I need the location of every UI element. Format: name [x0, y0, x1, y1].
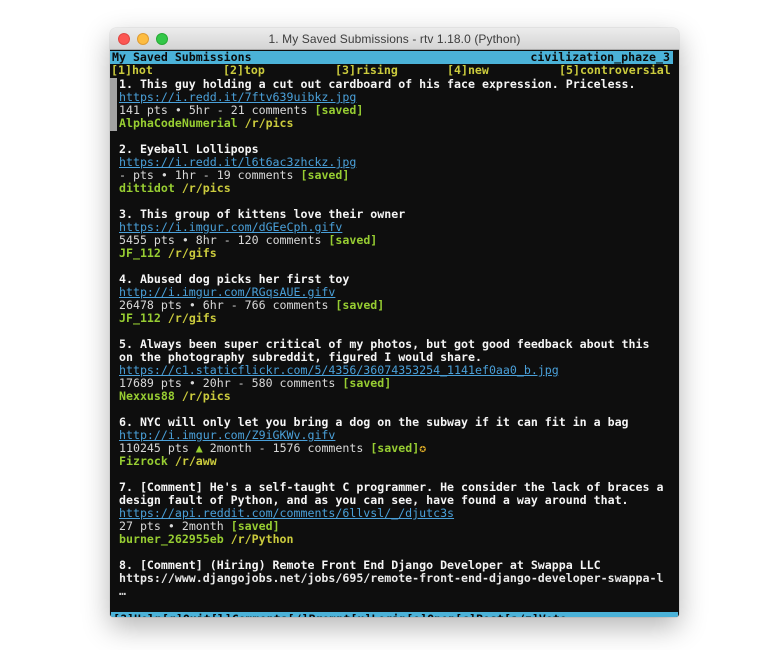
- author-link[interactable]: Nexxus88: [119, 389, 175, 403]
- saved-badge: [saved]: [335, 298, 384, 312]
- hint-help[interactable]: [?]Help: [113, 613, 162, 617]
- submission[interactable]: 3. This group of kittens love their owne…: [119, 208, 679, 260]
- submission-byline: Fizrock /r/aww: [119, 455, 679, 468]
- terminal-window: 1. My Saved Submissions - rtv 1.18.0 (Py…: [110, 28, 679, 617]
- subreddit-link[interactable]: /r/pics: [245, 116, 294, 130]
- submission[interactable]: 2. Eyeball Lollipopshttps://i.redd.it/l6…: [119, 143, 679, 195]
- submission-byline: JF_112 /r/gifs: [119, 312, 679, 325]
- submission[interactable]: 5. Always been super critical of my phot…: [119, 338, 679, 403]
- age-comments-label: 1hr - 19 comments: [175, 168, 294, 182]
- points-label: 17689 pts: [119, 376, 182, 390]
- author-link[interactable]: dittidot: [119, 181, 175, 195]
- author-link[interactable]: JF_112: [119, 246, 161, 260]
- subreddit-link[interactable]: /r/gifs: [168, 246, 217, 260]
- subreddit-link[interactable]: /r/gifs: [168, 311, 217, 325]
- traffic-lights: [118, 33, 168, 45]
- submission[interactable]: 8. [Comment] (Hiring) Remote Front End D…: [119, 559, 679, 598]
- fullscreen-icon[interactable]: [156, 33, 168, 45]
- bullet-separator: •: [168, 519, 175, 533]
- age-comments-label: 6hr - 766 comments: [203, 298, 329, 312]
- subreddit-link[interactable]: /r/Python: [231, 532, 294, 546]
- points-label: 5455 pts: [119, 233, 175, 247]
- minimize-icon[interactable]: [137, 33, 149, 45]
- submission[interactable]: 6. NYC will only let you bring a dog on …: [119, 416, 679, 468]
- hint-azvote[interactable]: [a/z]Vote: [504, 613, 567, 617]
- tab-sort-4[interactable]: [4]new: [447, 64, 559, 77]
- subreddit-link[interactable]: /r/pics: [182, 181, 231, 195]
- tab-sort-2[interactable]: [2]top: [223, 64, 335, 77]
- subreddit-link[interactable]: /r/pics: [182, 389, 231, 403]
- hint-lcomments[interactable]: [l]Comments: [211, 613, 288, 617]
- submission-list: 1. This guy holding a cut out cardboard …: [110, 77, 679, 611]
- close-icon[interactable]: [118, 33, 130, 45]
- author-link[interactable]: JF_112: [119, 311, 161, 325]
- points-label: 27 pts: [119, 519, 161, 533]
- submission-byline: dittidot /r/pics: [119, 182, 679, 195]
- terminal-screen: My Saved Submissions civilization_phaze_…: [110, 50, 679, 617]
- submission[interactable]: 4. Abused dog picks her first toyhttp://…: [119, 273, 679, 325]
- submission-byline: Nexxus88 /r/pics: [119, 390, 679, 403]
- author-link[interactable]: AlphaCodeNumerial: [119, 116, 238, 130]
- tab-sort-5[interactable]: [5]controversial: [559, 64, 671, 77]
- selection-cursor: [110, 78, 117, 131]
- subreddit-link[interactable]: /r/aww: [175, 454, 217, 468]
- bullet-separator: •: [182, 233, 189, 247]
- titlebar[interactable]: 1. My Saved Submissions - rtv 1.18.0 (Py…: [110, 28, 679, 50]
- age-comments-label: 5hr - 21 comments: [189, 103, 308, 117]
- sort-tabs: [1]hot[2]top[3]rising[4]new[5]controvers…: [110, 64, 679, 77]
- bullet-separator: •: [189, 376, 196, 390]
- submission-byline: burner_262955eb /r/Python: [119, 533, 679, 546]
- tab-sort-1[interactable]: [1]hot: [111, 64, 223, 77]
- saved-badge: [saved]: [370, 441, 419, 455]
- tab-sort-3[interactable]: [3]rising: [335, 64, 447, 77]
- age-comments-label: 20hr - 580 comments: [203, 376, 336, 390]
- author-link[interactable]: burner_262955eb: [119, 532, 224, 546]
- bullet-separator: •: [189, 298, 196, 312]
- points-label: 141 pts: [119, 103, 168, 117]
- statusbar-hints: [?]Help [q]Quit [l]Comments [/]Prompt [u…: [111, 612, 678, 617]
- hint-oopen[interactable]: [o]Open: [406, 613, 455, 617]
- author-link[interactable]: Fizrock: [119, 454, 168, 468]
- saved-badge: [saved]: [342, 376, 391, 390]
- submission-byline: JF_112 /r/gifs: [119, 247, 679, 260]
- bullet-separator: •: [175, 103, 182, 117]
- submission[interactable]: 7. [Comment] He's a self-taught C progra…: [119, 481, 679, 546]
- age-comments-label: 2month - 1576 comments: [210, 441, 364, 455]
- bullet-separator: •: [161, 168, 168, 182]
- upvote-icon: ▲: [196, 441, 203, 455]
- hint-qquit[interactable]: [q]Quit: [162, 613, 211, 617]
- age-comments-label: 2month: [182, 519, 224, 533]
- window-title: 1. My Saved Submissions - rtv 1.18.0 (Py…: [269, 32, 521, 46]
- age-comments-label: 8hr - 120 comments: [196, 233, 322, 247]
- saved-badge: [saved]: [328, 233, 377, 247]
- submission[interactable]: 1. This guy holding a cut out cardboard …: [119, 78, 679, 130]
- saved-badge: [saved]: [301, 168, 350, 182]
- hint-prompt[interactable]: [/]Prompt: [288, 613, 351, 617]
- saved-badge: [saved]: [231, 519, 280, 533]
- points-label: 26478 pts: [119, 298, 182, 312]
- submission-byline: AlphaCodeNumerial /r/pics: [119, 117, 679, 130]
- points-label: 110245 pts: [119, 441, 189, 455]
- saved-badge: [saved]: [314, 103, 363, 117]
- points-label: - pts: [119, 168, 154, 182]
- hint-cpost[interactable]: [c]Post: [455, 613, 504, 617]
- truncation-ellipsis: …: [119, 585, 679, 598]
- hint-ulogin[interactable]: [u]Login: [350, 613, 406, 617]
- gilded-icon: ✪: [419, 441, 426, 455]
- submission-url[interactable]: https://www.djangojobs.net/jobs/695/remo…: [119, 572, 679, 585]
